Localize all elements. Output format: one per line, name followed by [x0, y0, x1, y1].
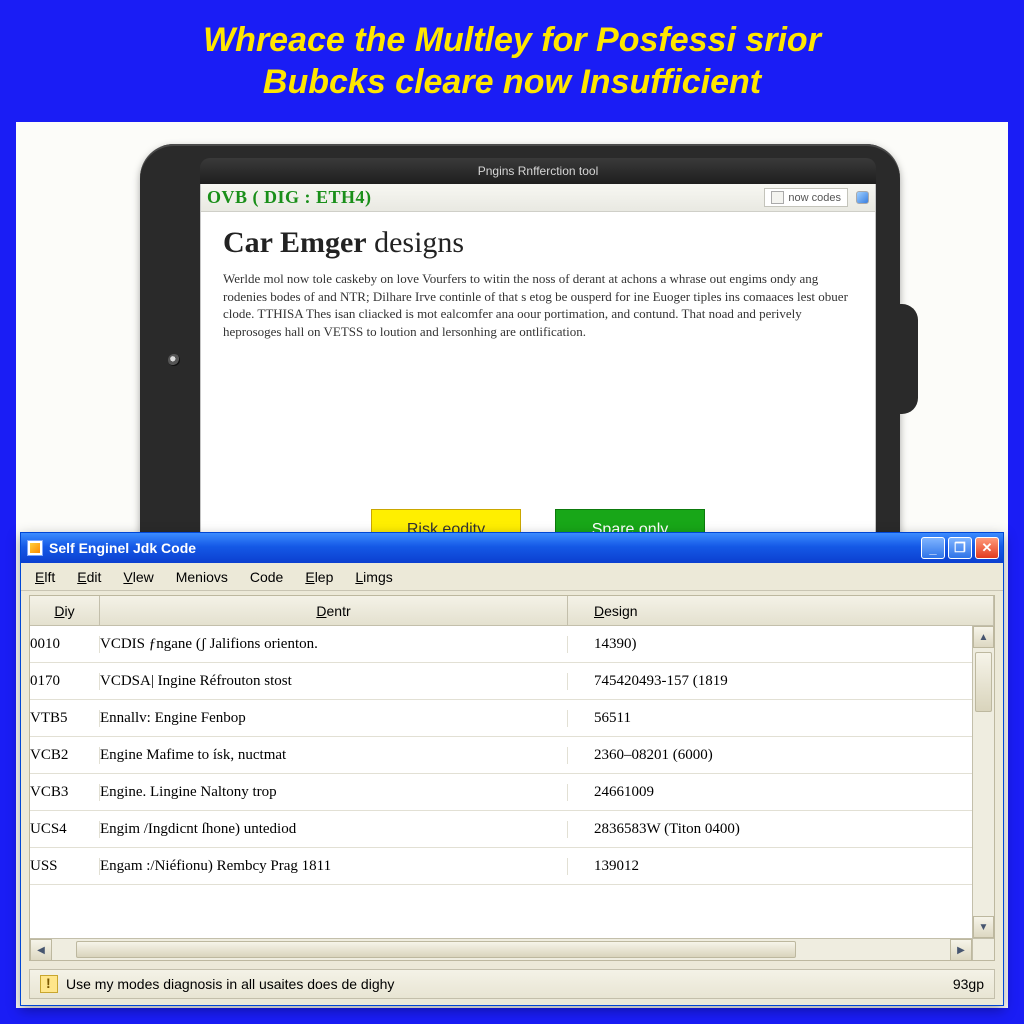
table-row[interactable]: VTB5Ennallv: Engine Fenbop56511 [30, 700, 972, 737]
status-text: Use my modes diagnosis in all usaites do… [66, 976, 394, 992]
titlebar[interactable]: Self Enginel Jdk Code _ ❐ ✕ [21, 533, 1003, 563]
doc-body: Werlde mol now tole caskeby on love Vour… [223, 270, 853, 340]
grid-body: 0010VCDIS ƒngane (ʃ Jalifions orienton.1… [30, 626, 972, 938]
menu-vlew[interactable]: Vlew [123, 569, 153, 585]
cell-design: 2836583W (Titon 0400) [568, 821, 972, 838]
menu-elft[interactable]: Elft [35, 569, 55, 585]
table-row[interactable]: USSEngam :/Niéfionu) Rembcy Prag 1811139… [30, 848, 972, 885]
cell-design: 24661009 [568, 784, 972, 801]
cell-design: 139012 [568, 858, 972, 875]
cell-design: 56511 [568, 710, 972, 727]
app-icon [27, 540, 43, 556]
grid: Diy Dentr Design 0010VCDIS ƒngane (ʃ Jal… [29, 595, 995, 961]
table-row[interactable]: VCB3Engine. Lingine Naltony trop24661009 [30, 774, 972, 811]
tablet-chrome-title: Pngins Rnfferction tool [200, 158, 876, 184]
window-buttons: _ ❐ ✕ [921, 537, 999, 559]
status-bar: Use my modes diagnosis in all usaites do… [29, 969, 995, 999]
table-row[interactable]: 0170VCDSA| Ingine Réfrouton stost7454204… [30, 663, 972, 700]
document-area: Car Emger designs Werlde mol now tole ca… [201, 212, 875, 340]
cell-design: 14390) [568, 636, 972, 653]
doc-heading: Car Emger designs [223, 226, 853, 260]
close-button[interactable]: ✕ [975, 537, 999, 559]
tablet-grip [890, 304, 918, 414]
banner: Whreace the Multley for Posfessi srior B… [0, 0, 1024, 122]
now-codes-button[interactable]: now codes [764, 188, 848, 207]
cell-dentr: VCDSA| Ingine Réfrouton stost [100, 673, 568, 690]
tablet-camera-icon [168, 354, 180, 366]
scroll-right-icon[interactable]: ▶ [950, 939, 972, 961]
minimize-button[interactable]: _ [921, 537, 945, 559]
cell-diy: USS [30, 858, 100, 875]
table-row[interactable]: UCS4Engim /Ingdicnt ſhone) untediod28365… [30, 811, 972, 848]
code-window: Self Enginel Jdk Code _ ❐ ✕ Elft Edit Vl… [20, 532, 1004, 1006]
cell-dentr: Engam :/Niéfionu) Rembcy Prag 1811 [100, 858, 568, 875]
cell-diy: 0010 [30, 636, 100, 653]
menu-limgs[interactable]: Limgs [355, 569, 392, 585]
tablet-device: Pngins Rnfferction tool OVB ( DIG : ETH4… [140, 144, 900, 564]
menubar: Elft Edit Vlew Meniovs Code Elep Limgs [21, 563, 1003, 591]
menu-code[interactable]: Code [250, 569, 283, 585]
vertical-scrollbar[interactable]: ▲ ▼ [972, 626, 994, 938]
scroll-up-icon[interactable]: ▲ [973, 626, 994, 648]
address-bar: OVB ( DIG : ETH4) now codes [201, 184, 875, 212]
banner-line2: Bubcks cleare now Insufficient [263, 63, 761, 101]
cell-diy: UCS4 [30, 821, 100, 838]
cell-dentr: Ennallv: Engine Fenbop [100, 710, 568, 727]
grid-header: Diy Dentr Design [30, 596, 994, 626]
col-design[interactable]: Design [568, 596, 994, 625]
hscroll-track[interactable] [52, 939, 950, 960]
col-dentr[interactable]: Dentr [100, 596, 568, 625]
col-diy[interactable]: Diy [30, 596, 100, 625]
window-title: Self Enginel Jdk Code [49, 540, 921, 556]
now-codes-label: now codes [788, 192, 841, 204]
stage: Pngins Rnfferction tool OVB ( DIG : ETH4… [16, 122, 1008, 1008]
warning-icon [40, 975, 58, 993]
cell-diy: VCB3 [30, 784, 100, 801]
banner-line1: Whreace the Multley for Posfessi srior [203, 21, 821, 59]
address-text: OVB ( DIG : ETH4) [207, 187, 372, 208]
cell-dentr: VCDIS ƒngane (ʃ Jalifions orienton. [100, 636, 568, 653]
cell-design: 745420493-157 (1819 [568, 673, 972, 690]
scroll-corner [972, 938, 994, 960]
cell-diy: VTB5 [30, 710, 100, 727]
table-row[interactable]: VCB2Engine Mafime to ísk, nuctmat2360–08… [30, 737, 972, 774]
status-right: 93gp [953, 976, 984, 992]
cell-diy: VCB2 [30, 747, 100, 764]
scroll-left-icon[interactable]: ◀ [30, 939, 52, 961]
table-row[interactable]: 0010VCDIS ƒngane (ʃ Jalifions orienton.1… [30, 626, 972, 663]
cell-dentr: Engine. Lingine Naltony trop [100, 784, 568, 801]
scroll-thumb[interactable] [975, 652, 992, 712]
doc-icon [771, 191, 784, 204]
cell-design: 2360–08201 (6000) [568, 747, 972, 764]
cell-dentr: Engim /Ingdicnt ſhone) untediod [100, 821, 568, 838]
cell-diy: 0170 [30, 673, 100, 690]
tablet-screen: OVB ( DIG : ETH4) now codes Car Emger de… [200, 184, 876, 564]
menu-meniovs[interactable]: Meniovs [176, 569, 228, 585]
globe-icon[interactable] [856, 191, 869, 204]
maximize-button[interactable]: ❐ [948, 537, 972, 559]
scroll-track[interactable] [973, 648, 994, 916]
horizontal-scrollbar[interactable]: ◀ ▶ [30, 938, 972, 960]
menu-edit[interactable]: Edit [77, 569, 101, 585]
cell-dentr: Engine Mafime to ísk, nuctmat [100, 747, 568, 764]
hscroll-thumb[interactable] [76, 941, 796, 958]
scroll-down-icon[interactable]: ▼ [973, 916, 994, 938]
menu-elep[interactable]: Elep [305, 569, 333, 585]
